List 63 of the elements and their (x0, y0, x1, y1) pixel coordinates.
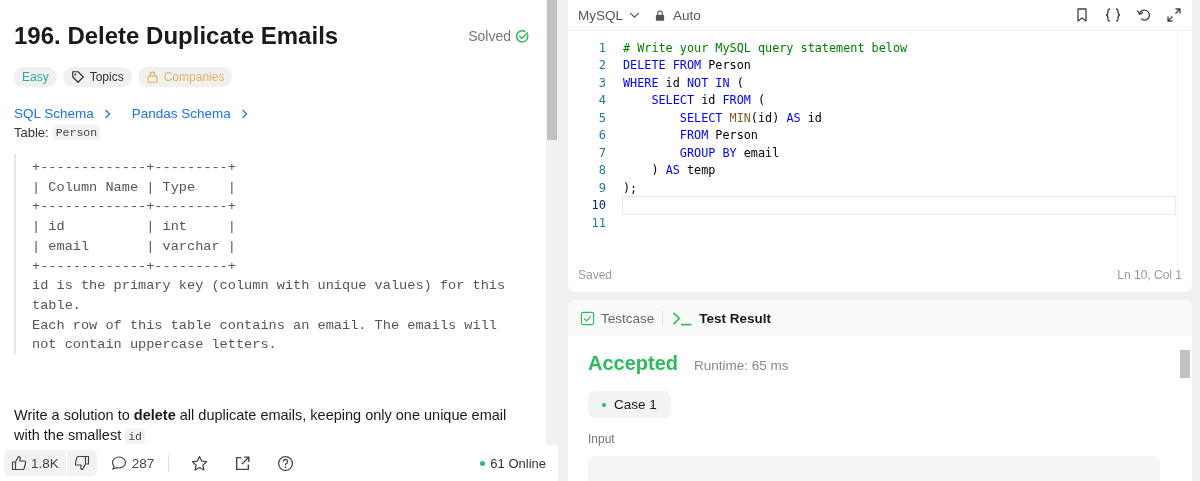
testcase-tab[interactable]: Testcase (580, 310, 655, 326)
line-number: 9 (597, 180, 607, 195)
lock-icon (654, 8, 666, 22)
code-line: SELECT MIN(id) AS id (678, 110, 822, 125)
code-line: # Write your MySQL query statement below (623, 40, 908, 55)
line-number: 2 (597, 58, 607, 73)
schema-text: +-------------+---------+ | Column Name | Type | +-------------+---------+ | id | int | | email | varchar | +-------------+---------+ id is the primary key (column with unique values) for this table. Each row of this table contains an email. The emails will not contain uppercase letters. (32, 159, 507, 355)
input-label: Input (588, 432, 616, 446)
share-icon[interactable] (234, 454, 252, 472)
undo-icon[interactable] (1136, 7, 1152, 23)
comments-button[interactable]: 287 (110, 455, 155, 471)
braces-icon[interactable] (1104, 7, 1122, 23)
line-number: 1 (597, 40, 607, 55)
topics-tag[interactable]: Topics (62, 67, 132, 87)
checkbox-icon (580, 310, 595, 326)
difficulty-tag: Easy (14, 67, 57, 87)
chevron-right-icon (240, 107, 249, 120)
line-number: 11 (590, 215, 607, 230)
code-line: ); (623, 180, 638, 195)
thumbs-down-icon (73, 455, 90, 471)
code-line: ) AS temp (650, 163, 716, 178)
solved-status: Solved (468, 28, 530, 44)
line-number: 4 (597, 93, 607, 108)
runtime: Runtime: 65 ms (694, 358, 789, 373)
table-name: Person (52, 125, 101, 140)
table-label: Table: (14, 125, 49, 140)
check-circle-icon (515, 28, 530, 44)
verdict: Accepted (588, 352, 679, 375)
test-result-tab[interactable]: Test Result (671, 310, 772, 326)
cursor-position: Ln 10, Col 1 (1117, 268, 1182, 282)
tag-icon (70, 70, 85, 84)
code-line: DELETE FROM Person (623, 58, 751, 73)
code-line: FROM Person (678, 128, 758, 143)
case-tab[interactable]: Case 1 (588, 391, 671, 418)
chevron-down-icon (629, 11, 640, 19)
line-number: 6 (597, 128, 607, 143)
problem-description: Write a solution to delete all duplicate emails, keeping only one unique email with the smallest id (14, 406, 508, 445)
lock-icon (145, 70, 159, 84)
mode-label: Auto (654, 7, 701, 23)
code-line: GROUP BY email (678, 145, 780, 160)
speech-bubble-icon (110, 455, 127, 471)
help-icon[interactable] (277, 454, 295, 472)
line-number: 8 (597, 163, 607, 178)
terminal-icon (671, 310, 694, 326)
expand-icon[interactable] (1166, 7, 1182, 23)
thumbs-up-icon (11, 455, 27, 471)
schema-link[interactable]: SQL Schema (14, 106, 112, 121)
star-icon[interactable] (191, 454, 209, 472)
code-line: SELECT id FROM ( (650, 93, 766, 108)
line-number: 3 (597, 75, 607, 90)
line-number: 5 (597, 110, 607, 125)
chevron-right-icon (103, 107, 112, 120)
save-status: Saved (578, 268, 613, 282)
schema-link[interactable]: Pandas Schema (131, 106, 249, 121)
scrollbar-thumb[interactable] (1180, 350, 1190, 378)
line-number: 7 (597, 145, 607, 160)
language-dropdown[interactable]: MySQL (578, 7, 640, 23)
problem-title: 196. Delete Duplicate Emails (14, 22, 339, 50)
bookmark-icon[interactable] (1074, 7, 1090, 23)
online-count: 61 Online (480, 455, 546, 471)
code-line: WHERE id NOT IN ( (623, 75, 744, 90)
line-number: 10 (590, 198, 607, 213)
scrollbar-thumb[interactable] (547, 0, 557, 140)
